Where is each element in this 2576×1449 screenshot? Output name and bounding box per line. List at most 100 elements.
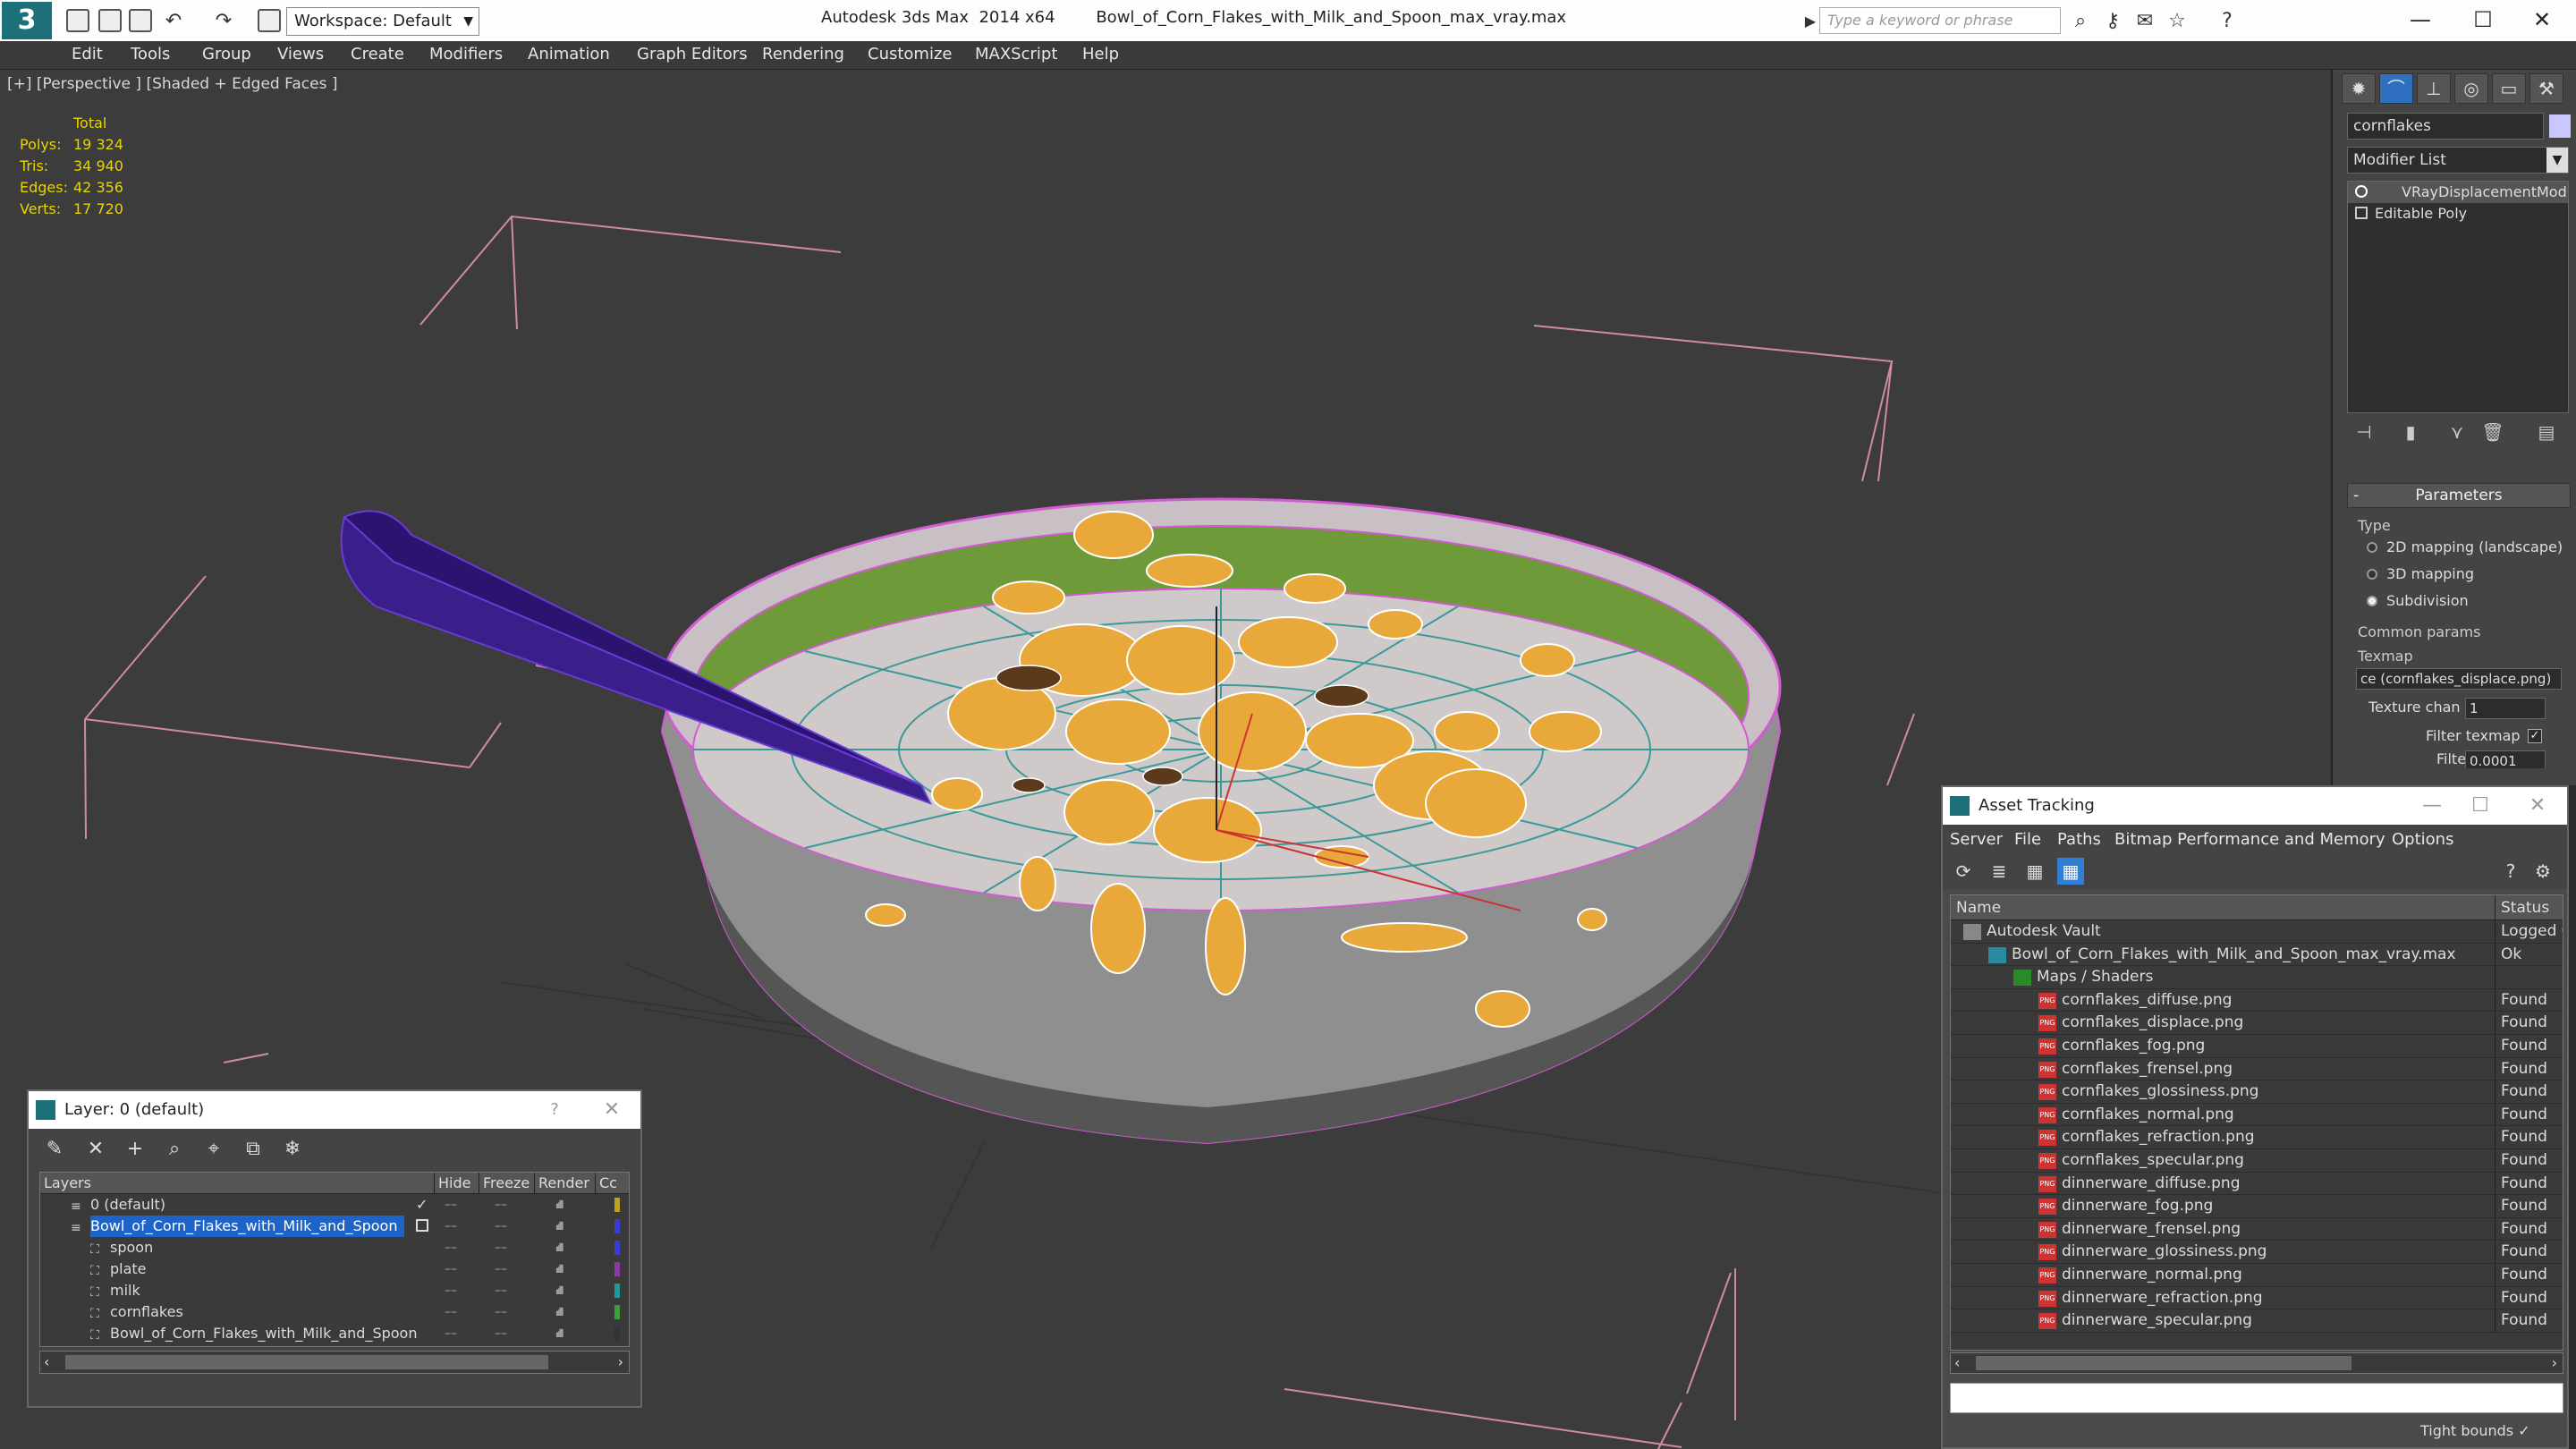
- show-end-result-icon[interactable]: ▮: [2397, 419, 2424, 445]
- render-teapot-icon[interactable]: ⛘: [555, 1194, 564, 1216]
- object-name-field[interactable]: cornflakes: [2347, 113, 2544, 140]
- tab-modify-icon[interactable]: ⌒: [2379, 73, 2413, 104]
- layer-name[interactable]: milk: [110, 1280, 148, 1301]
- render-teapot-icon[interactable]: ⛘: [555, 1258, 564, 1280]
- add-selection-icon[interactable]: +: [122, 1136, 148, 1163]
- layer-color-swatch[interactable]: [614, 1262, 620, 1276]
- render-teapot-icon[interactable]: ⛘: [555, 1280, 564, 1301]
- asset-row[interactable]: PNG cornflakes_fog.png Found: [1951, 1034, 2563, 1058]
- asset-row[interactable]: PNG cornflakes_diffuse.png Found: [1951, 988, 2563, 1013]
- set-current-checkbox[interactable]: [416, 1219, 428, 1232]
- binoculars-icon[interactable]: ⌕: [2068, 9, 2093, 34]
- layer-row[interactable]: ⛶ spoon –– –– ⛘: [40, 1237, 629, 1258]
- layer-row[interactable]: ≡ Bowl_of_Corn_Flakes_with_Milk_and_Spoon…: [40, 1216, 629, 1237]
- modifier-list-dropdown[interactable]: Modifier List ▼: [2347, 147, 2569, 174]
- radio-dot[interactable]: [2367, 596, 2377, 606]
- thumbnail-view-icon[interactable]: ▦: [2021, 858, 2048, 885]
- create-layer-icon[interactable]: ✎: [41, 1136, 68, 1163]
- radio-dot[interactable]: [2367, 542, 2377, 553]
- remove-modifier-icon[interactable]: 🗑: [2479, 419, 2506, 445]
- asset-row[interactable]: PNG cornflakes_refraction.png Found: [1951, 1126, 2563, 1149]
- expand-plus-icon[interactable]: [2355, 207, 2368, 219]
- help-icon[interactable]: ?: [2497, 858, 2524, 885]
- render-teapot-icon[interactable]: ⛘: [555, 1323, 564, 1344]
- asset-row[interactable]: PNG dinnerware_normal.png Found: [1951, 1263, 2563, 1287]
- asset-row[interactable]: PNG dinnerware_glossiness.png Found: [1951, 1241, 2563, 1264]
- hide-toggle[interactable]: ––: [445, 1258, 457, 1280]
- menu-modifiers[interactable]: Modifiers: [429, 45, 503, 64]
- close-button[interactable]: ✕: [594, 1097, 630, 1123]
- viewport-label[interactable]: [+] [Perspective ] [Shaded + Edged Faces…: [7, 75, 337, 93]
- save-file-icon[interactable]: [129, 9, 152, 32]
- favorites-star-icon[interactable]: ☆: [2165, 9, 2190, 34]
- asset-path-field[interactable]: [1950, 1383, 2563, 1413]
- asset-row[interactable]: Autodesk Vault Logged C: [1951, 920, 2563, 944]
- radio-dot[interactable]: [2367, 569, 2377, 580]
- layer-name[interactable]: 0 (default): [90, 1194, 173, 1216]
- layer-row[interactable]: ⛶ Bowl_of_Corn_Flakes_with_Milk_and_Spoon…: [40, 1323, 629, 1344]
- asset-row[interactable]: Bowl_of_Corn_Flakes_with_Milk_and_Spoon_…: [1951, 943, 2563, 967]
- tab-utilities-icon[interactable]: ⚒: [2529, 73, 2563, 104]
- col-hide[interactable]: Hide: [434, 1173, 473, 1194]
- layer-row[interactable]: ≡ 0 (default) –– –– ⛘ ✓: [40, 1194, 629, 1216]
- tab-hierarchy-icon[interactable]: ⊥: [2417, 73, 2451, 104]
- highlight-layer-icon[interactable]: ⌖: [200, 1136, 227, 1163]
- layer-color-swatch[interactable]: [614, 1219, 620, 1233]
- layer-color-swatch[interactable]: [614, 1305, 620, 1319]
- asset-menu-bitmap-performance[interactable]: Bitmap Performance and Memory: [2114, 830, 2385, 849]
- menu-help[interactable]: Help: [1082, 45, 1119, 64]
- col-freeze[interactable]: Freeze: [479, 1173, 534, 1194]
- minimize-button[interactable]: —: [2394, 4, 2447, 36]
- col-status[interactable]: Status: [2495, 895, 2563, 920]
- menu-tools[interactable]: Tools: [131, 45, 170, 64]
- layer-horizontal-scrollbar[interactable]: ‹ ›: [39, 1351, 630, 1374]
- filter-blur-spinner[interactable]: 0.0001: [2465, 750, 2546, 768]
- asset-row[interactable]: PNG cornflakes_frensel.png Found: [1951, 1057, 2563, 1081]
- hide-toggle[interactable]: ––: [445, 1323, 457, 1344]
- key-icon[interactable]: ⚷: [2100, 9, 2125, 34]
- asset-row[interactable]: PNG dinnerware_diffuse.png Found: [1951, 1172, 2563, 1196]
- redo-icon[interactable]: ↷: [211, 9, 236, 34]
- col-name[interactable]: Name: [1956, 895, 2001, 920]
- layer-color-swatch[interactable]: [614, 1326, 620, 1341]
- undo-icon[interactable]: ↶: [161, 9, 186, 34]
- render-teapot-icon[interactable]: ⛘: [555, 1237, 564, 1258]
- tab-motion-icon[interactable]: ◎: [2454, 73, 2488, 104]
- radio-subdivision[interactable]: Subdivision: [2347, 588, 2571, 614]
- asset-menu-paths[interactable]: Paths: [2057, 830, 2101, 849]
- scroll-left-icon[interactable]: ‹: [44, 1352, 49, 1373]
- asset-row[interactable]: PNG dinnerware_fog.png Found: [1951, 1195, 2563, 1218]
- asset-row[interactable]: Maps / Shaders: [1951, 966, 2563, 989]
- scroll-left-icon[interactable]: ‹: [1954, 1353, 1960, 1373]
- close-button[interactable]: ✕: [2515, 4, 2569, 36]
- freeze-toggle[interactable]: ––: [495, 1216, 507, 1237]
- menu-views[interactable]: Views: [277, 45, 324, 64]
- maximize-button[interactable]: ☐: [2456, 4, 2510, 36]
- layer-name[interactable]: Bowl_of_Corn_Flakes_with_Milk_and_Spoon: [90, 1216, 405, 1237]
- asset-menu-file[interactable]: File: [2014, 830, 2041, 849]
- asset-menu-options[interactable]: Options: [2392, 830, 2453, 849]
- scroll-thumb[interactable]: [65, 1355, 548, 1369]
- menu-graph-editors[interactable]: Graph Editors: [637, 45, 748, 64]
- texmap-button[interactable]: ce (cornflakes_displace.png): [2356, 668, 2562, 690]
- menu-create[interactable]: Create: [351, 45, 404, 64]
- hide-toggle[interactable]: ––: [445, 1301, 457, 1323]
- delete-layer-icon[interactable]: ✕: [82, 1136, 109, 1163]
- layer-name[interactable]: Bowl_of_Corn_Flakes_with_Milk_and_Spoon: [110, 1323, 424, 1344]
- render-teapot-icon[interactable]: ⛘: [555, 1301, 564, 1323]
- asset-tracking-titlebar[interactable]: Asset Tracking — ☐ ✕: [1943, 787, 2567, 825]
- freeze-toggle[interactable]: ––: [495, 1280, 507, 1301]
- lightbulb-icon[interactable]: [2355, 185, 2368, 198]
- asset-horizontal-scrollbar[interactable]: ‹ ›: [1950, 1352, 2563, 1374]
- close-button[interactable]: ✕: [2515, 792, 2560, 819]
- freeze-toggle[interactable]: ––: [495, 1237, 507, 1258]
- pin-stack-icon[interactable]: ⊣: [2351, 419, 2377, 445]
- object-color-swatch[interactable]: [2549, 114, 2571, 138]
- freeze-toggle[interactable]: ––: [495, 1301, 507, 1323]
- layer-color-swatch[interactable]: [614, 1198, 620, 1212]
- asset-row[interactable]: PNG cornflakes_specular.png Found: [1951, 1148, 2563, 1173]
- menu-maxscript[interactable]: MAXScript: [975, 45, 1057, 64]
- current-layer-check-icon[interactable]: ✓: [416, 1194, 428, 1216]
- help-button[interactable]: ?: [537, 1097, 572, 1123]
- freeze-toggle[interactable]: ––: [495, 1194, 507, 1216]
